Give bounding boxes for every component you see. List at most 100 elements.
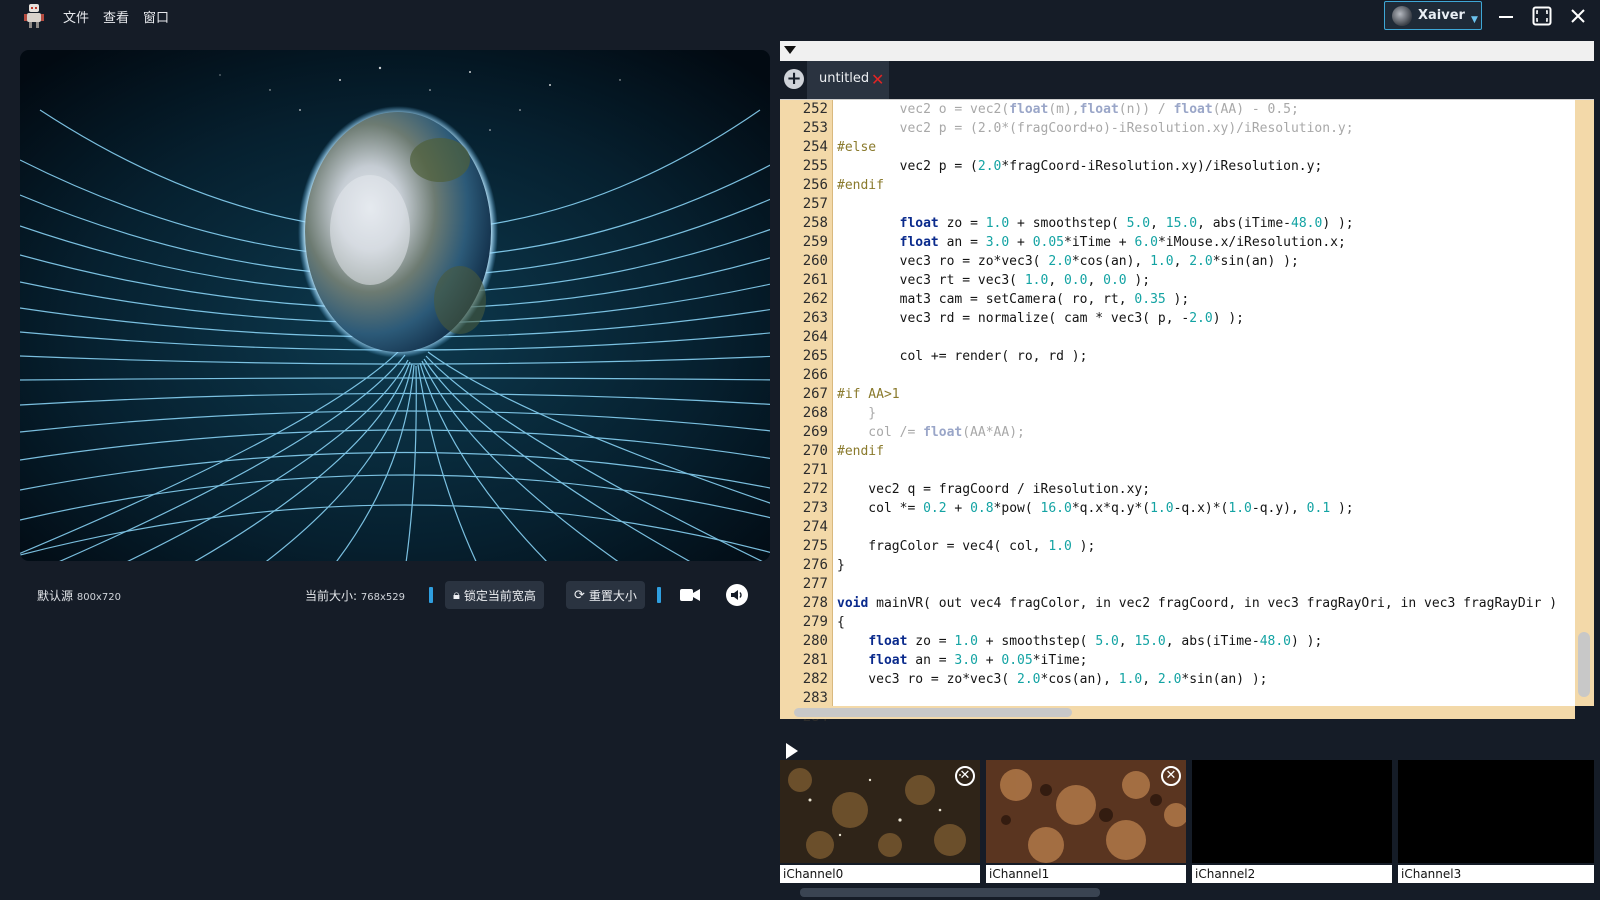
user-account-button[interactable]: Xaiver ▼ [1384, 1, 1482, 30]
vertical-scrollbar[interactable] [1575, 100, 1594, 706]
code-line[interactable]: #endif [833, 176, 1575, 195]
code-line[interactable]: mat3 cam = setCamera( ro, rt, 0.35 ); [833, 290, 1575, 309]
line-number: 259 [802, 234, 828, 250]
scroll-thumb[interactable] [800, 888, 1100, 897]
current-size-value: 768x529 [360, 592, 405, 603]
code-line[interactable]: #endif [833, 442, 1575, 461]
line-number: 273 [802, 500, 828, 516]
code-line[interactable]: } [833, 404, 1575, 423]
code-line[interactable] [833, 461, 1575, 480]
code-line[interactable]: vec3 ro = zo*vec3( 2.0*cos(an), 1.0, 2.0… [833, 252, 1575, 271]
code-line[interactable]: col /= float(AA*AA); [833, 423, 1575, 442]
code-line[interactable] [833, 518, 1575, 537]
line-number: 280 [802, 633, 828, 649]
line-number: 262 [802, 291, 828, 307]
channel-label: iChannel0 [780, 865, 980, 883]
code-line[interactable] [833, 689, 1575, 706]
line-number: 260 [802, 253, 828, 269]
maximize-button[interactable] [1528, 2, 1556, 30]
lock-size-label: 锁定当前宽高 [463, 588, 536, 603]
scroll-thumb[interactable] [794, 708, 1072, 717]
avatar [1392, 5, 1412, 26]
code-line[interactable]: float an = 3.0 + 0.05*iTime; [833, 651, 1575, 670]
tab-untitled[interactable]: untitled ✕ [807, 61, 889, 99]
channel-slot-3[interactable]: iChannel3 [1398, 760, 1598, 885]
code-line[interactable]: #else [833, 138, 1575, 157]
line-number: 254 [802, 139, 828, 155]
line-number: 272 [802, 481, 828, 497]
line-number: 258 [802, 215, 828, 231]
code-line[interactable]: vec2 p = (2.0*fragCoord-iResolution.xy)/… [833, 157, 1575, 176]
code-line[interactable] [833, 575, 1575, 594]
title-bar: 文件 查看 窗口 Xaiver ▼ [0, 0, 1600, 32]
source-info: 默认源 800x720 [37, 587, 121, 604]
remove-channel-icon[interactable]: ✕ [1161, 766, 1181, 786]
lock-size-button[interactable]: 🔒︎ 锁定当前宽高 [445, 581, 544, 609]
play-icon[interactable] [786, 743, 798, 759]
channel-texture[interactable] [1398, 760, 1594, 863]
code-line[interactable]: float zo = 1.0 + smoothstep( 5.0, 15.0, … [833, 214, 1575, 233]
add-tab-button[interactable]: + [784, 69, 804, 89]
code-line[interactable]: } [833, 556, 1575, 575]
channel-texture[interactable] [1192, 760, 1392, 863]
channel-slot-1[interactable]: ✕ iChannel1 [986, 760, 1186, 885]
code-line[interactable]: vec3 rt = vec3( 1.0, 0.0, 0.0 ); [833, 271, 1575, 290]
lock-icon: 🔒︎ [453, 587, 460, 603]
channel-texture[interactable] [986, 760, 1186, 863]
code-line[interactable]: vec3 rd = normalize( cam * vec3( p, -2.0… [833, 309, 1575, 328]
volume-button[interactable] [726, 584, 748, 606]
channel-texture[interactable] [780, 760, 980, 863]
code-line[interactable]: vec2 p = (2.0*(fragCoord+o)-iResolution.… [833, 119, 1575, 138]
close-tab-icon[interactable]: ✕ [871, 70, 884, 89]
dropdown-arrow-icon[interactable] [784, 46, 796, 54]
line-number: 278 [802, 595, 828, 611]
line-number: 266 [802, 367, 828, 383]
horizontal-scrollbar[interactable] [780, 706, 1575, 719]
code-line[interactable]: fragColor = vec4( col, 1.0 ); [833, 537, 1575, 556]
code-line[interactable]: float zo = 1.0 + smoothstep( 5.0, 15.0, … [833, 632, 1575, 651]
line-number: 271 [802, 462, 828, 478]
reset-size-button[interactable]: ⟳ 重置大小 [566, 581, 645, 609]
preview-controls: 默认源 800x720 当前大小: 768x529 🔒︎ 锁定当前宽高 ⟳ 重置… [0, 578, 780, 612]
channel-slot-0[interactable]: ✕ iChannel0 [780, 760, 980, 885]
channel-slot-2[interactable]: iChannel2 [1192, 760, 1392, 885]
code-line[interactable]: { [833, 613, 1575, 632]
scroll-thumb[interactable] [1578, 632, 1590, 697]
current-size-label: 当前大小: [305, 589, 358, 603]
code-line[interactable] [833, 366, 1575, 385]
volume-icon [731, 590, 742, 600]
source-size: 800x720 [76, 592, 121, 603]
remove-channel-icon[interactable]: ✕ [955, 766, 975, 786]
menu-file[interactable]: 文件 [56, 7, 96, 26]
code-line[interactable] [833, 195, 1575, 214]
shader-preview-canvas[interactable] [20, 50, 770, 561]
menu-view[interactable]: 查看 [96, 7, 136, 26]
line-number-gutter: 252 253 254 255 256 257 258 259 260 261 262 263 264 2… [780, 100, 833, 725]
refresh-icon: ⟳ [574, 587, 585, 603]
camera-icon[interactable] [680, 588, 700, 602]
code-line[interactable]: col += render( ro, rd ); [833, 347, 1575, 366]
menu-window[interactable]: 窗口 [136, 7, 176, 26]
line-number: 276 [802, 557, 828, 573]
minimize-button[interactable] [1492, 2, 1520, 30]
app-logo-icon[interactable] [22, 3, 46, 29]
code-line[interactable]: vec2 q = fragCoord / iResolution.xy; [833, 480, 1575, 499]
close-icon [1571, 9, 1585, 23]
line-number: 275 [802, 538, 828, 554]
code-line[interactable]: float an = 3.0 + 0.05*iTime + 6.0*iMouse… [833, 233, 1575, 252]
code-line[interactable]: #if AA>1 [833, 385, 1575, 404]
close-button[interactable] [1564, 2, 1592, 30]
current-size-info: 当前大小: 768x529 [305, 587, 405, 604]
line-number: 268 [802, 405, 828, 421]
code-line[interactable]: void mainVR( out vec4 fragColor, in vec2… [833, 594, 1575, 613]
code-line[interactable]: col *= 0.2 + 0.8*pow( 16.0*q.x*q.y*(1.0-… [833, 499, 1575, 518]
code-line[interactable]: vec3 ro = zo*vec3( 2.0*cos(an), 1.0, 2.0… [833, 670, 1575, 689]
code-line[interactable] [833, 328, 1575, 347]
minimize-icon [1499, 16, 1513, 18]
code-text-area[interactable]: vec2 o = vec2(float(m),float(n)) / float… [833, 100, 1575, 706]
channel-scrollbar[interactable] [780, 885, 1594, 900]
code-editor[interactable]: 252 253 254 255 256 257 258 259 260 261 262 263 264 2… [780, 99, 1594, 725]
code-line[interactable]: vec2 o = vec2(float(m),float(n)) / float… [833, 100, 1575, 119]
line-number: 261 [802, 272, 828, 288]
chevron-down-icon: ▼ [1470, 14, 1478, 25]
